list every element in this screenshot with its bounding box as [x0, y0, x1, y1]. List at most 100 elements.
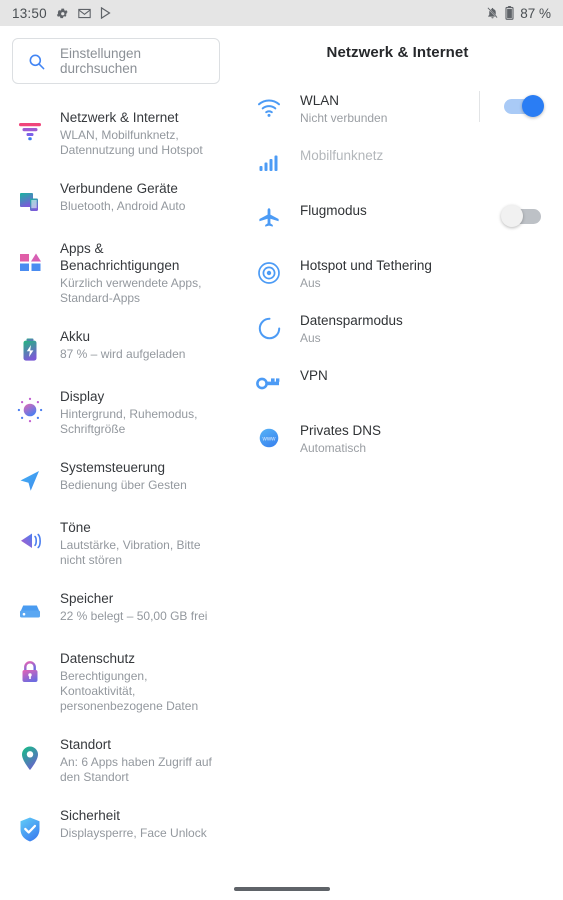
hotspot-icon — [254, 258, 284, 288]
status-bar-clock: 13:50 — [12, 5, 47, 21]
play-store-icon — [100, 7, 111, 19]
sidebar-item-text: Apps & Benachrichtigungen Kürzlich verwe… — [60, 236, 212, 306]
detail-row-text: Flugmodus — [300, 197, 504, 219]
detail-row-control — [479, 90, 544, 122]
sidebar-item-subtitle: 87 % – wird aufgeladen — [60, 347, 186, 361]
detail-row-subtitle: Automatisch — [300, 441, 367, 455]
detail-row-text: VPN — [300, 362, 541, 384]
sidebar-item-text: Verbundene Geräte Bluetooth, Android Aut… — [60, 176, 185, 214]
location-pin-icon — [14, 742, 46, 774]
sidebar-item-title: Verbundene Geräte — [60, 181, 178, 196]
private-dns-icon: www — [254, 423, 284, 453]
display-brightness-icon — [14, 394, 46, 426]
detail-row-data-saver[interactable]: Datensparmodus Aus — [232, 303, 563, 358]
sidebar-item-title: Sicherheit — [60, 808, 121, 823]
detail-row-mobile-network[interactable]: Mobilfunknetz — [232, 138, 563, 193]
battery-percentage-label: 87 % — [520, 5, 551, 21]
sidebar-item-connected-devices[interactable]: Verbundene Geräte Bluetooth, Android Aut… — [0, 167, 232, 227]
sidebar-item-subtitle: Lautstärke, Vibration, Bitte nicht störe… — [60, 538, 201, 567]
sidebar-item-text: Standort An: 6 Apps haben Zugriff auf de… — [60, 732, 212, 785]
detail-row-private-dns[interactable]: www Privates DNS Automatisch — [232, 413, 563, 468]
sidebar-item-text: Töne Lautstärke, Vibration, Bitte nicht … — [60, 515, 212, 568]
sidebar-item-sound[interactable]: Töne Lautstärke, Vibration, Bitte nicht … — [0, 506, 232, 577]
sidebar-item-location[interactable]: Standort An: 6 Apps haben Zugriff auf de… — [0, 723, 232, 794]
detail-row-text: Mobilfunknetz — [300, 142, 541, 164]
detail-row-wifi[interactable]: WLAN Nicht verbunden — [232, 83, 563, 138]
detail-row-title: Hotspot und Tethering — [300, 258, 432, 273]
wifi-icon — [254, 93, 284, 123]
battery-icon — [505, 6, 514, 20]
sidebar-item-text: Systemsteuerung Bedienung über Gesten — [60, 455, 187, 493]
detail-row-text: Hotspot und Tethering Aus — [300, 252, 541, 291]
sidebar-item-network[interactable]: Netzwerk & Internet WLAN, Mobilfunknetz,… — [0, 96, 232, 167]
detail-row-title: Flugmodus — [300, 203, 367, 218]
detail-row-title: VPN — [300, 368, 328, 383]
row-divider — [479, 90, 480, 122]
detail-row-title: Privates DNS — [300, 423, 382, 438]
sidebar-item-security[interactable]: Sicherheit Displaysperre, Face Unlock — [0, 794, 232, 854]
detail-row-title: Mobilfunknetz — [300, 148, 384, 163]
detail-row-subtitle: Aus — [300, 331, 321, 345]
sidebar-item-title: Netzwerk & Internet — [60, 110, 179, 125]
status-bar: 13:50 87 % — [0, 0, 563, 26]
detail-row-title: Datensparmodus — [300, 313, 403, 328]
detail-row-subtitle: Aus — [300, 276, 321, 290]
search-input-placeholder[interactable]: Einstellungen durchsuchen — [60, 46, 185, 77]
sidebar-item-battery[interactable]: Akku 87 % – wird aufgeladen — [0, 315, 232, 375]
sidebar-item-title: Apps & Benachrichtigungen — [60, 241, 180, 273]
sidebar-item-subtitle: Bedienung über Gesten — [60, 478, 187, 492]
sidebar-item-subtitle: Displaysperre, Face Unlock — [60, 826, 207, 840]
detail-pane: Netzwerk & Internet WLAN Nicht verbunden — [232, 26, 563, 900]
sidebar-item-title: Akku — [60, 329, 91, 344]
sidebar-item-title: Speicher — [60, 591, 114, 606]
sidebar-item-title: Datenschutz — [60, 651, 136, 666]
airplane-mode-toggle[interactable] — [501, 204, 541, 227]
sidebar-item-subtitle: Hintergrund, Ruhemodus, Schriftgröße — [60, 407, 198, 436]
sidebar-item-title: Töne — [60, 520, 91, 535]
sidebar-nav-list: Netzwerk & Internet WLAN, Mobilfunknetz,… — [0, 96, 232, 854]
sidebar-item-subtitle: WLAN, Mobilfunknetz, Datennutzung und Ho… — [60, 128, 203, 157]
svg-text:www: www — [262, 436, 277, 442]
vpn-key-icon — [254, 368, 284, 398]
detail-row-hotspot[interactable]: Hotspot und Tethering Aus — [232, 248, 563, 303]
search-icon — [27, 52, 46, 71]
sidebar-item-storage[interactable]: Speicher 22 % belegt – 50,00 GB frei — [0, 577, 232, 637]
sidebar-item-title: Display — [60, 389, 105, 404]
sidebar-item-text: Speicher 22 % belegt – 50,00 GB frei — [60, 586, 207, 624]
settings-page: Einstellungen durchsuchen Netzwerk & Int… — [0, 26, 563, 900]
detail-row-subtitle: Nicht verbunden — [300, 111, 388, 125]
sidebar-item-system-controls[interactable]: Systemsteuerung Bedienung über Gesten — [0, 446, 232, 506]
cursor-arrow-icon — [14, 465, 46, 497]
search-bar[interactable]: Einstellungen durchsuchen — [12, 38, 220, 84]
sidebar-item-text: Display Hintergrund, Ruhemodus, Schriftg… — [60, 384, 212, 437]
detail-row-title: WLAN — [300, 93, 340, 108]
sidebar-item-subtitle: Kürzlich verwendete Apps, Standard-Apps — [60, 276, 202, 305]
sidebar-item-privacy[interactable]: Datenschutz Berechtigungen, Kontoaktivit… — [0, 637, 232, 723]
battery-icon — [14, 334, 46, 366]
detail-row-control — [501, 203, 541, 229]
detail-row-text: WLAN Nicht verbunden — [300, 87, 479, 126]
data-saver-icon — [254, 313, 284, 343]
sidebar-item-display[interactable]: Display Hintergrund, Ruhemodus, Schriftg… — [0, 375, 232, 446]
toggle-knob — [501, 204, 523, 227]
sidebar-item-text: Datenschutz Berechtigungen, Kontoaktivit… — [60, 646, 212, 714]
page-title: Netzwerk & Internet — [326, 44, 469, 61]
detail-row-text: Privates DNS Automatisch — [300, 417, 541, 456]
storage-drive-icon — [14, 596, 46, 628]
connected-devices-icon — [14, 186, 46, 218]
detail-row-airplane-mode[interactable]: Flugmodus — [232, 193, 563, 248]
settings-gear-icon — [56, 7, 69, 20]
apps-icon — [14, 246, 46, 278]
sound-speaker-icon — [14, 525, 46, 557]
privacy-lock-icon — [14, 656, 46, 688]
notifications-off-icon — [486, 6, 499, 20]
sidebar-item-apps[interactable]: Apps & Benachrichtigungen Kürzlich verwe… — [0, 227, 232, 315]
toggle-knob — [522, 94, 544, 117]
sidebar-item-subtitle: An: 6 Apps haben Zugriff auf den Standor… — [60, 755, 212, 784]
home-gesture-bar[interactable] — [233, 887, 330, 891]
detail-row-vpn[interactable]: VPN — [232, 358, 563, 413]
status-bar-left: 13:50 — [12, 6, 111, 21]
wifi-toggle[interactable] — [504, 94, 544, 117]
sidebar-item-text: Sicherheit Displaysperre, Face Unlock — [60, 803, 207, 841]
cellular-signal-icon — [254, 148, 284, 178]
